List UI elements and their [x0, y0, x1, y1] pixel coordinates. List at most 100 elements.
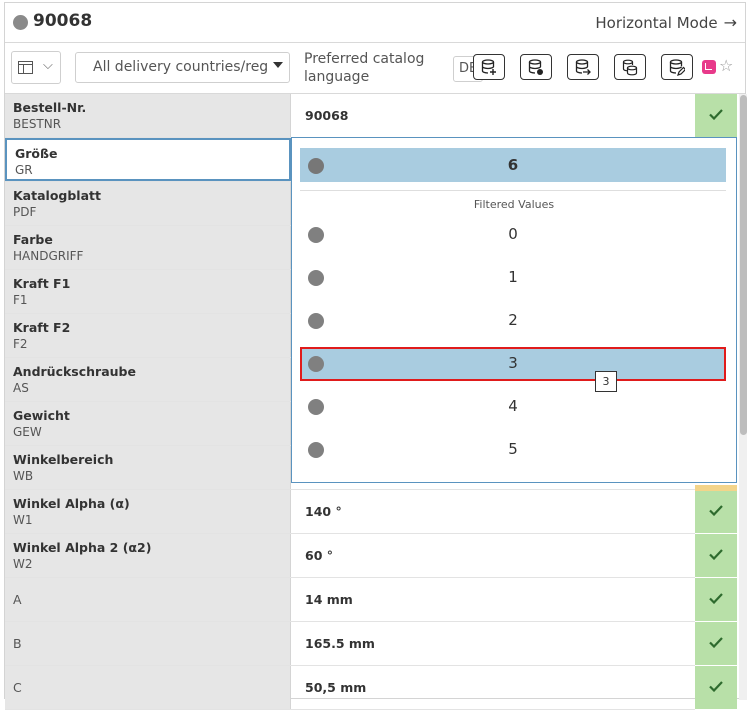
- chevron-down-icon: ⌵: [43, 58, 53, 73]
- dropdown-option[interactable]: 0: [300, 218, 726, 252]
- warning-strip: [695, 485, 737, 491]
- dropdown-option-highlighted[interactable]: 3: [300, 347, 726, 381]
- attribute-code: F1: [13, 293, 28, 307]
- option-label: 0: [508, 225, 518, 243]
- valid-check: [695, 578, 737, 621]
- view-selector[interactable]: ⌵: [11, 51, 61, 84]
- filtered-values-heading: Filtered Values: [473, 198, 555, 211]
- check-icon: [709, 681, 723, 692]
- attribute-value[interactable]: 165.5 mm: [305, 636, 375, 651]
- attribute-name: C: [13, 680, 22, 695]
- db-export-button[interactable]: [567, 54, 599, 80]
- attribute-code: HANDGRIFF: [13, 249, 84, 263]
- attribute-code: F2: [13, 337, 28, 351]
- db-edit-button[interactable]: [661, 54, 693, 80]
- current-value-text: 6: [507, 156, 519, 174]
- attribute-label: Katalogblatt PDF: [5, 182, 291, 225]
- attribute-value[interactable]: 50,5 mm: [305, 680, 366, 695]
- attribute-code: PDF: [13, 205, 37, 219]
- db-remove-button[interactable]: [520, 54, 552, 80]
- table-view-icon: [18, 61, 33, 74]
- option-label: 4: [508, 397, 518, 415]
- dropdown-option[interactable]: 5: [300, 433, 726, 467]
- attribute-label: Andrückschraube AS: [5, 358, 291, 401]
- valid-check: [695, 94, 737, 137]
- attribute-name: Katalogblatt: [13, 188, 101, 203]
- dropdown-option[interactable]: 4: [300, 390, 726, 424]
- dropdown-divider: [300, 190, 726, 191]
- product-panel: 90068 Horizontal Mode → ⌵ All delivery co…: [4, 2, 747, 710]
- db-copy-button[interactable]: [614, 54, 646, 80]
- attribute-value[interactable]: 90068: [305, 108, 349, 123]
- db-add-button[interactable]: [473, 54, 505, 80]
- option-label: 3: [508, 354, 518, 372]
- attribute-code: BESTNR: [13, 117, 62, 131]
- db-edit-icon: [669, 59, 685, 76]
- filter-pink-icon[interactable]: [702, 60, 716, 74]
- valid-check: [695, 534, 737, 577]
- attribute-label: Winkel Alpha 2 (α2) W2: [5, 534, 291, 577]
- attribute-label: Winkel Alpha (α) W1: [5, 490, 291, 533]
- attribute-name: Gewicht: [13, 408, 70, 423]
- table-row: Winkel Alpha (α) W1 140 °: [5, 490, 737, 534]
- option-label: 5: [508, 440, 518, 458]
- valid-check: [695, 490, 737, 533]
- attribute-label: Größe GR: [5, 138, 291, 181]
- toolbar: ⌵ All delivery countries/regions Preferr…: [5, 43, 745, 94]
- attribute-name: Winkelbereich: [13, 452, 114, 467]
- value-dropdown: 6 Filtered Values 0 1 2 3 4 5: [291, 137, 737, 483]
- delivery-country-value: All delivery countries/regions: [93, 59, 268, 75]
- delivery-country-select[interactable]: All delivery countries/regions: [75, 52, 290, 83]
- arrow-right-icon: →: [723, 13, 737, 32]
- check-icon: [709, 109, 723, 120]
- table-row: Winkel Alpha 2 (α2) W2 60 °: [5, 534, 737, 578]
- attribute-code: W2: [13, 557, 33, 571]
- page-title: 90068: [33, 11, 93, 31]
- dropdown-option[interactable]: 2: [300, 304, 726, 338]
- attribute-name: B: [13, 636, 22, 651]
- attribute-code: GR: [15, 163, 33, 177]
- attribute-label: A: [5, 578, 291, 621]
- attribute-code: W1: [13, 513, 33, 527]
- title-bar: 90068 Horizontal Mode →: [5, 3, 745, 43]
- attribute-code: GEW: [13, 425, 42, 439]
- valid-check: [695, 666, 737, 709]
- attribute-name: Winkel Alpha 2 (α2): [13, 540, 152, 555]
- attribute-code: WB: [13, 469, 34, 483]
- attribute-name: Kraft F1: [13, 276, 71, 291]
- status-dot-icon: [13, 15, 28, 30]
- table-row: A 14 mm: [5, 578, 737, 622]
- favorite-star-icon[interactable]: ☆: [719, 56, 733, 75]
- check-icon: [709, 505, 723, 516]
- attribute-name: Andrückschraube: [13, 364, 136, 379]
- catalog-language-label-line1: Preferred catalog: [304, 51, 425, 67]
- scrollbar-thumb[interactable]: [740, 95, 747, 435]
- attribute-label: Kraft F2 F2: [5, 314, 291, 357]
- dropdown-option[interactable]: 1: [300, 261, 726, 295]
- table-row: C 50,5 mm: [5, 666, 737, 710]
- check-icon: [709, 637, 723, 648]
- attribute-label: B: [5, 622, 291, 665]
- catalog-language-label-line2: language: [304, 69, 370, 85]
- table-row: Bestell-Nr. BESTNR 90068: [5, 94, 737, 138]
- attribute-value[interactable]: 60 °: [305, 548, 333, 563]
- attribute-name: Winkel Alpha (α): [13, 496, 130, 511]
- attribute-label: Winkelbereich WB: [5, 446, 291, 489]
- catalog-language-label: Preferred catalog language: [304, 50, 424, 86]
- attribute-label: Gewicht GEW: [5, 402, 291, 445]
- attribute-value[interactable]: 140 °: [305, 504, 342, 519]
- horizontal-mode-link[interactable]: Horizontal Mode →: [595, 13, 737, 32]
- attribute-name: Kraft F2: [13, 320, 71, 335]
- attribute-value[interactable]: 14 mm: [305, 592, 353, 607]
- valid-check: [695, 622, 737, 665]
- caret-down-icon: [273, 62, 283, 68]
- horizontal-mode-label: Horizontal Mode: [595, 14, 718, 32]
- attribute-name: Bestell-Nr.: [13, 100, 87, 115]
- db-copy-icon: [622, 59, 638, 76]
- option-label: 1: [508, 268, 518, 286]
- hover-tooltip: 3: [595, 371, 617, 392]
- dropdown-current-value[interactable]: 6: [300, 148, 726, 182]
- attribute-name: Farbe: [13, 232, 53, 247]
- option-label: 2: [508, 311, 518, 329]
- attribute-label: Farbe HANDGRIFF: [5, 226, 291, 269]
